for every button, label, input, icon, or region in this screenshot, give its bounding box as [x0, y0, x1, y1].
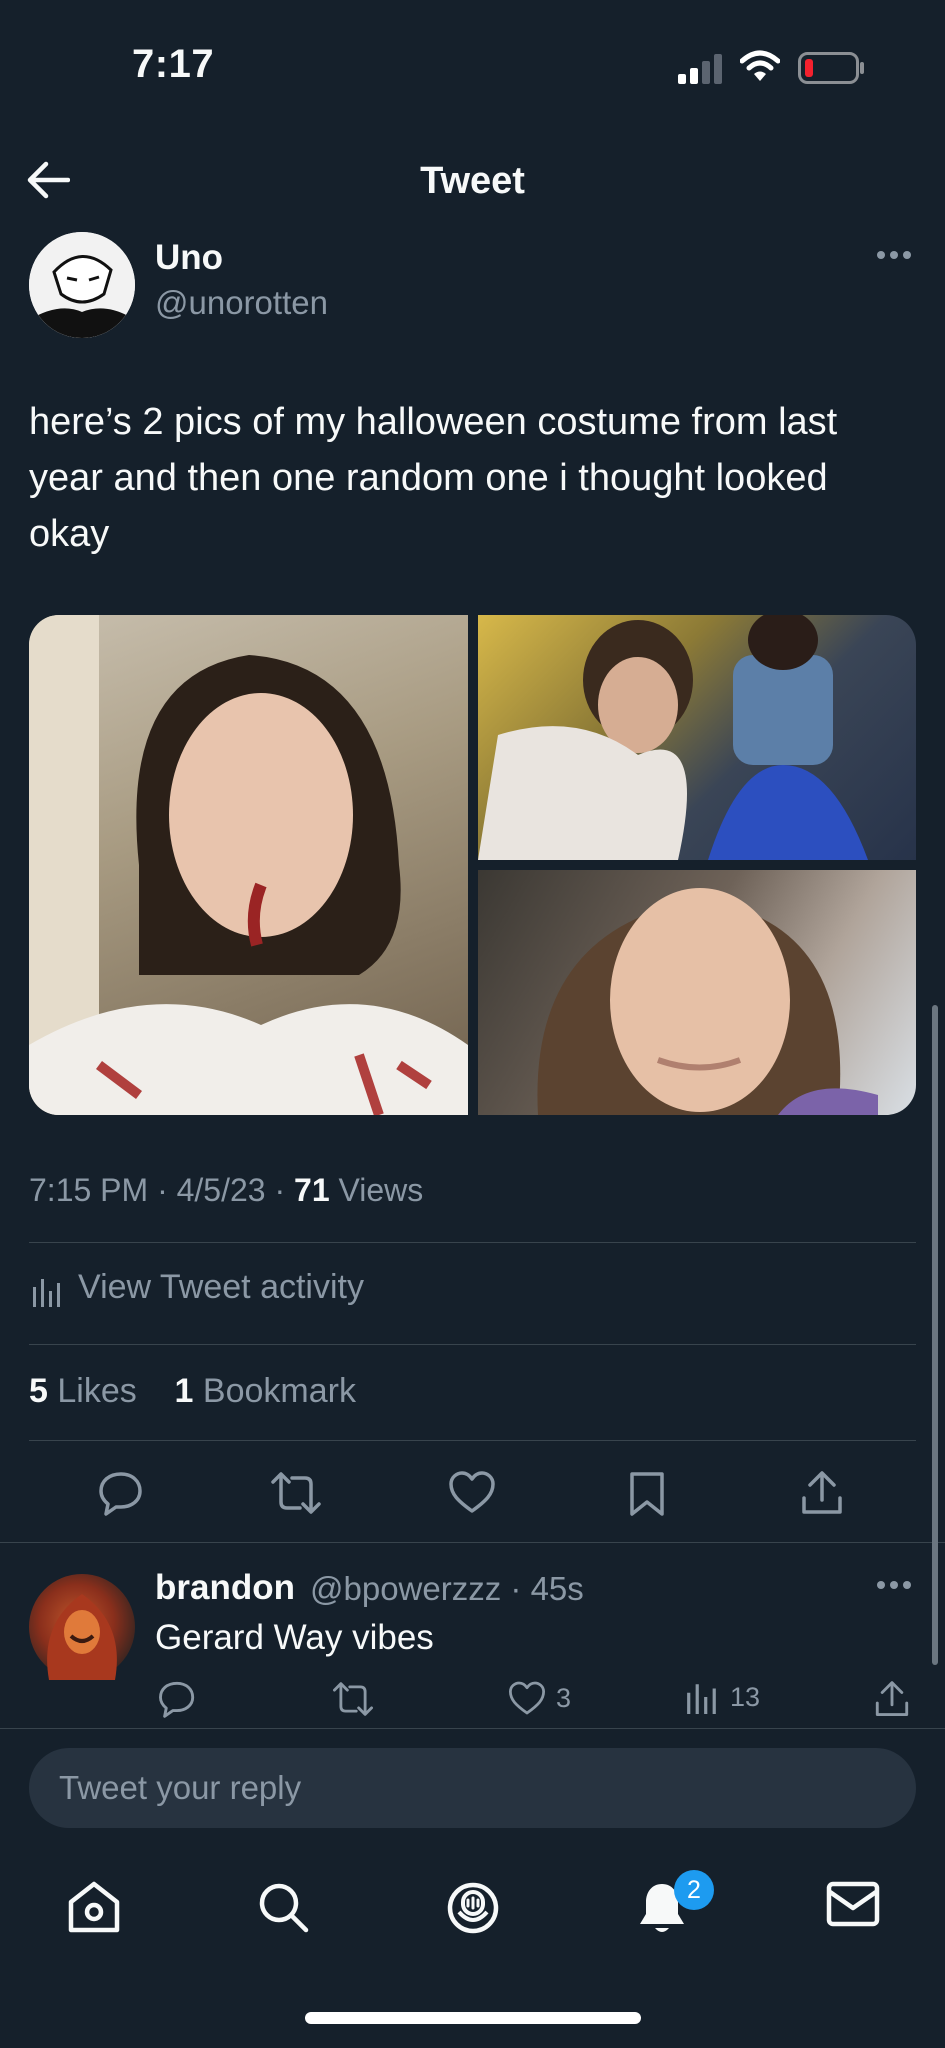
reply-text: Gerard Way vibes [155, 1618, 434, 1657]
page-title: Tweet [420, 160, 525, 202]
photo-grid [29, 615, 916, 1115]
spaces-icon[interactable] [446, 1880, 500, 1936]
engagement-stats: 5 Likes 1 Bookmark [29, 1372, 356, 1411]
scrollbar[interactable] [932, 1005, 938, 1665]
views-count: 71 [294, 1172, 330, 1208]
tweet-meta: 7:15 PM · 4/5/23 · 71 Views [29, 1172, 424, 1208]
likes-label: Likes [57, 1372, 137, 1410]
home-icon[interactable] [66, 1880, 122, 1934]
reply-reply-icon[interactable] [158, 1680, 196, 1718]
tweet-time: 7:15 PM [29, 1172, 149, 1208]
tweet-date: 4/5/23 [176, 1172, 266, 1208]
notification-badge: 2 [674, 1870, 714, 1910]
avatar[interactable] [29, 232, 135, 338]
reply-author-handle[interactable]: @bpowerzzz [310, 1570, 501, 1607]
divider [29, 1242, 916, 1243]
reply-avatar[interactable] [29, 1574, 135, 1680]
wifi-icon [740, 50, 780, 82]
bookmark-icon[interactable] [628, 1470, 666, 1518]
views-label: Views [338, 1172, 424, 1208]
view-tweet-activity-link[interactable]: View Tweet activity [78, 1268, 364, 1307]
reply-views-count: 13 [730, 1681, 761, 1712]
likes-count: 5 [29, 1372, 48, 1410]
tweet-photo-2[interactable] [478, 615, 916, 860]
likes-stat[interactable]: 5 Likes [29, 1372, 137, 1410]
retweet-icon[interactable] [270, 1470, 322, 1516]
tweet-photo-1[interactable] [29, 615, 468, 1115]
status-time: 7:17 [132, 42, 215, 86]
reply-like-button[interactable]: 3 [508, 1680, 571, 1716]
reply-more-options-icon[interactable] [876, 1580, 912, 1590]
reply-like-count: 3 [556, 1682, 572, 1713]
reply-like-icon [508, 1681, 546, 1715]
search-icon[interactable] [256, 1880, 310, 1934]
reply-author-meta: @bpowerzzz · 45s [310, 1570, 584, 1607]
tweet-text: here’s 2 pics of my halloween costume fr… [29, 401, 838, 555]
bookmarks-count: 1 [174, 1372, 194, 1410]
divider [29, 1440, 916, 1441]
bookmarks-stat[interactable]: 1 Bookmark [175, 1372, 356, 1410]
bookmarks-label: Bookmark [202, 1372, 356, 1410]
author-name[interactable]: Uno [155, 238, 223, 278]
author-handle[interactable]: @unorotten [155, 284, 328, 322]
reply-icon[interactable] [98, 1470, 144, 1516]
reply-share-icon[interactable] [874, 1680, 910, 1718]
divider [0, 1542, 945, 1543]
reply-author-name[interactable]: brandon [155, 1568, 295, 1608]
home-indicator[interactable] [305, 2012, 641, 2024]
reply-time: 45s [530, 1570, 584, 1607]
like-icon[interactable] [448, 1470, 496, 1514]
battery-low-icon [798, 52, 866, 84]
messages-icon[interactable] [826, 1880, 880, 1928]
divider [29, 1344, 916, 1345]
reply-input[interactable] [29, 1748, 916, 1828]
reply-views-icon [687, 1684, 716, 1714]
reply-views-button[interactable]: 13 [686, 1680, 760, 1714]
share-icon[interactable] [800, 1470, 844, 1516]
tweet-photo-3[interactable] [478, 870, 916, 1115]
reply-retweet-icon[interactable] [332, 1680, 374, 1718]
more-options-icon[interactable] [876, 250, 912, 260]
analytics-icon[interactable] [32, 1275, 62, 1307]
signal-icon [678, 54, 724, 84]
